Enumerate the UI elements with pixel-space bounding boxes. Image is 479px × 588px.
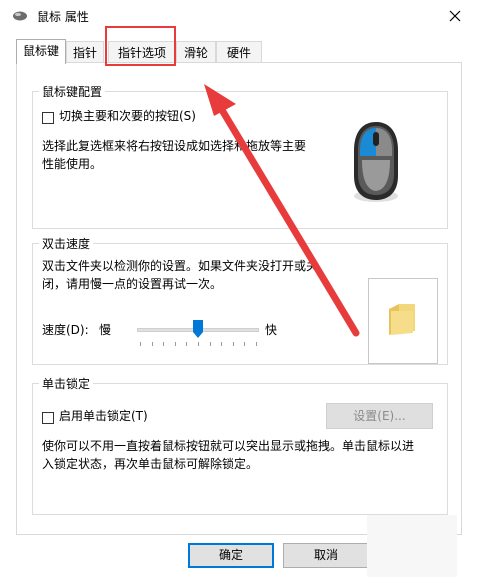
swap-buttons-description-line1: 选择此复选框来将右按钮设成如选择和拖放等主要 [42,139,307,153]
click-lock-title: 单击锁定 [39,375,94,392]
pointer-options-highlight [105,26,176,66]
fast-label: 快 [265,323,278,337]
folder-icon[interactable] [387,301,417,337]
tab-wheel[interactable]: 滑轮 [176,41,216,63]
click-lock-description-line1: 使你可以不用一直按着鼠标按钮就可以突出显示或拖拽。单击鼠标以进 [42,439,415,453]
tab-pointers[interactable]: 指针 [66,41,104,63]
occluded-area [367,515,457,577]
ok-button[interactable]: 确定 [188,543,274,568]
click-lock-label: 启用单击锁定(T) [59,409,148,423]
click-lock-checkbox[interactable] [42,412,54,424]
speed-slider-thumb[interactable] [193,320,203,338]
mouse-icon [354,122,398,202]
speed-slider-tick [244,342,246,346]
mouse-settings-icon [13,11,27,21]
button-config-group: 鼠标键配置 切换主要和次要的按钮(S) 选择此复选框来将右按钮设成如选择和拖放等… [32,83,448,229]
speed-slider-tick [174,342,176,346]
double-click-description-line1: 双击文件夹以检测你的设置。如果文件夹没打开或关 [42,259,319,273]
swap-buttons-description-line2: 性能使用。 [42,157,103,171]
speed-slider-tick [186,342,188,346]
slow-label: 慢 [99,323,112,337]
tab-hardware[interactable]: 硬件 [216,41,262,63]
speed-slider-tick [198,342,199,346]
button-config-title: 鼠标键配置 [39,83,106,100]
cancel-button[interactable]: 取消 [283,543,369,568]
close-button[interactable] [430,0,479,32]
title-bar: 鼠标 属性 [0,0,479,32]
click-lock-group: 单击锁定 启用单击锁定(T) 设置(E)... 使你可以不用一直按着鼠标按钮就可… [32,375,448,515]
double-click-title: 双击速度 [39,235,94,252]
click-lock-description-line2: 入锁定状态，再次单击鼠标可解除锁定。 [42,457,259,471]
click-lock-settings-button[interactable]: 设置(E)... [326,403,433,429]
test-folder-area[interactable] [368,278,438,364]
speed-slider-tick [221,342,223,346]
double-click-description-line2: 闭，请用慢一点的设置再试一次。 [42,277,223,291]
tab-panel: 鼠标键配置 切换主要和次要的按钮(S) 选择此复选框来将右按钮设成如选择和拖放等… [16,62,462,535]
speed-slider-tick [256,342,257,346]
mouse-properties-window: 鼠标 属性 鼠标键 指针 指针选项 滑轮 硬件 鼠标键配置 切换主要和次要的按钮… [0,0,479,588]
window-title: 鼠标 属性 [37,10,89,24]
speed-slider-tick [151,342,153,346]
swap-buttons-label: 切换主要和次要的按钮(S) [59,109,196,123]
double-click-group: 双击速度 双击文件夹以检测你的设置。如果文件夹没打开或关 闭，请用慢一点的设置再… [32,235,448,365]
speed-slider-tick [140,342,141,346]
close-icon [449,10,460,22]
speed-slider-tick [163,342,165,346]
swap-buttons-checkbox[interactable] [42,112,54,124]
speed-label: 速度(D): [42,323,89,337]
speed-slider-tick [232,342,234,346]
tab-buttons[interactable]: 鼠标键 [16,39,66,64]
speed-slider-tick [209,342,211,346]
